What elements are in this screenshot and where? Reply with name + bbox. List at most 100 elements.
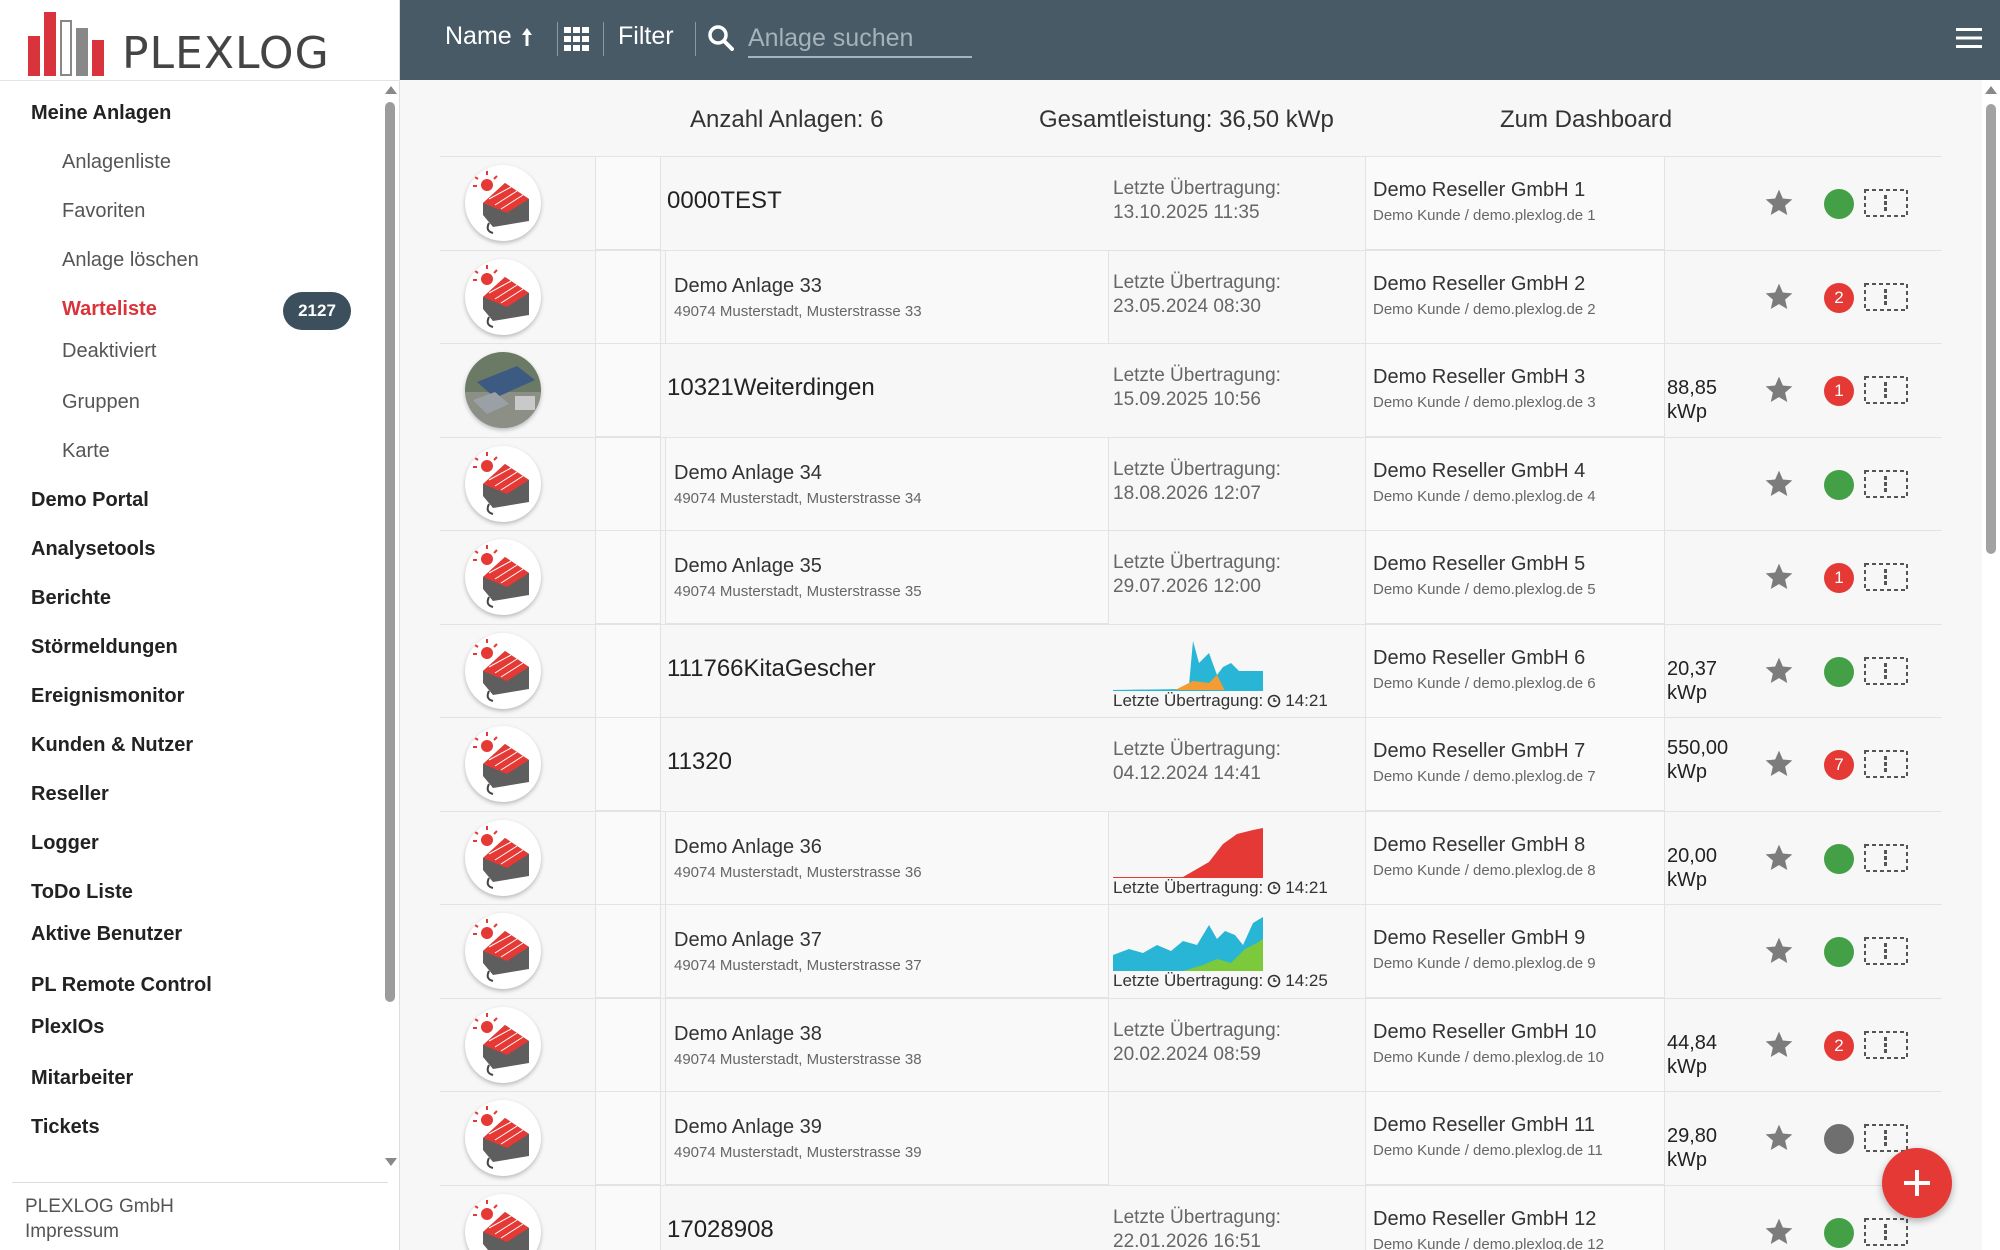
plant-name[interactable]: 10321Weiterdingen <box>667 374 875 402</box>
qr-code-button[interactable] <box>1864 563 1908 591</box>
plant-name-cell[interactable]: Demo Anlage 34 49074 Musterstadt, Musters… <box>665 436 1109 531</box>
table-row[interactable]: 0000TEST Letzte Übertragung: 13.10.2025 11… <box>440 156 1942 250</box>
status-badge[interactable] <box>1824 656 1854 687</box>
filter-button[interactable]: Filter <box>618 22 674 51</box>
favorite-button[interactable] <box>1763 1029 1795 1066</box>
plant-name-cell[interactable]: Demo Anlage 39 49074 Musterstadt, Musters… <box>665 1091 1109 1185</box>
sidebar-item-meine-anlagen[interactable]: Meine Anlagen <box>31 102 171 125</box>
status-badge[interactable]: 1 <box>1824 376 1854 406</box>
table-row[interactable]: 111766KitaGescher Letzte Übertragung: 14:2… <box>440 623 1942 718</box>
content-scrollbar[interactable] <box>1982 80 2000 1250</box>
sidebar-scrollbar[interactable] <box>382 82 398 1172</box>
sidebar-item-todo-liste[interactable]: ToDo Liste <box>31 881 133 904</box>
plant-name[interactable]: 111766KitaGescher <box>667 655 876 683</box>
sidebar-item-gruppen[interactable]: Gruppen <box>62 391 140 414</box>
status-badge[interactable]: 2 <box>1824 1030 1854 1061</box>
sidebar-item-plexios[interactable]: PlexIOs <box>31 1016 104 1039</box>
reseller-cell[interactable]: Demo Reseller GmbH 2 Demo Kunde / demo.pl… <box>1365 249 1665 344</box>
sidebar-item-anlage-loeschen[interactable]: Anlage löschen <box>62 249 199 272</box>
favorite-button[interactable] <box>1763 374 1795 411</box>
qr-code-button[interactable] <box>1864 282 1908 311</box>
table-row[interactable]: Demo Anlage 39 49074 Musterstadt, Musters… <box>440 1091 1942 1185</box>
plant-avatar[interactable] <box>465 819 541 896</box>
content-scroll-thumb[interactable] <box>1986 104 1996 554</box>
hamburger-menu-button[interactable] <box>1956 26 1982 55</box>
qr-code-button[interactable] <box>1864 1217 1908 1246</box>
reseller-cell[interactable]: Demo Reseller GmbH 3 Demo Kunde / demo.pl… <box>1365 343 1665 437</box>
plant-avatar[interactable] <box>465 165 541 241</box>
sidebar-item-logger[interactable]: Logger <box>31 832 99 855</box>
table-row[interactable]: Demo Anlage 34 49074 Musterstadt, Musters… <box>440 436 1942 531</box>
sidebar-item-tickets[interactable]: Tickets <box>31 1116 100 1139</box>
sidebar-item-pl-remote-control[interactable]: PL Remote Control <box>31 974 212 997</box>
table-row[interactable]: 11320 Letzte Übertragung: 04.12.2024 14:41… <box>440 717 1942 811</box>
reseller-cell[interactable]: Demo Reseller GmbH 8 Demo Kunde / demo.pl… <box>1365 810 1665 905</box>
reseller-cell[interactable]: Demo Reseller GmbH 11 Demo Kunde / demo.p… <box>1365 1091 1665 1185</box>
dashboard-link[interactable]: Zum Dashboard <box>1500 106 1672 134</box>
sidebar-item-mitarbeiter[interactable]: Mitarbeiter <box>31 1067 133 1090</box>
favorite-button[interactable] <box>1763 1122 1795 1159</box>
plant-name-cell[interactable]: Demo Anlage 37 49074 Musterstadt, Musters… <box>665 904 1109 998</box>
favorite-button[interactable] <box>1763 655 1795 692</box>
reseller-cell[interactable]: Demo Reseller GmbH 5 Demo Kunde / demo.pl… <box>1365 530 1665 624</box>
plant-name[interactable]: 11320 <box>667 748 732 776</box>
sidebar-item-warteliste[interactable]: Warteliste <box>62 298 157 321</box>
sidebar-scroll-thumb[interactable] <box>385 102 395 1002</box>
sidebar-item-berichte[interactable]: Berichte <box>31 587 111 610</box>
imprint-link[interactable]: Impressum <box>25 1221 119 1243</box>
status-badge[interactable] <box>1824 469 1854 500</box>
sidebar-item-favoriten[interactable]: Favoriten <box>62 200 145 223</box>
qr-code-button[interactable] <box>1864 843 1908 872</box>
favorite-button[interactable] <box>1763 281 1795 318</box>
qr-code-button[interactable] <box>1864 469 1908 498</box>
favorite-button[interactable] <box>1763 748 1795 785</box>
sidebar-item-deaktiviert[interactable]: Deaktiviert <box>62 340 156 363</box>
table-row[interactable]: 10321Weiterdingen Letzte Übertragung: 15.0… <box>440 343 1942 437</box>
qr-code-button[interactable] <box>1864 656 1908 685</box>
reseller-cell[interactable]: Demo Reseller GmbH 12 Demo Kunde / demo.p… <box>1365 1184 1665 1250</box>
favorite-button[interactable] <box>1763 468 1795 505</box>
plexlog-logo[interactable]: PLEXLOG <box>28 6 330 76</box>
scroll-down-icon[interactable] <box>385 1158 397 1166</box>
scroll-up-icon[interactable] <box>1985 86 1997 94</box>
reseller-cell[interactable]: Demo Reseller GmbH 10 Demo Kunde / demo.p… <box>1365 997 1665 1092</box>
plant-name-cell[interactable]: Demo Anlage 38 49074 Musterstadt, Musters… <box>665 997 1109 1092</box>
sidebar-item-analysetools[interactable]: Analysetools <box>31 538 155 561</box>
plant-avatar[interactable] <box>465 258 541 335</box>
status-badge[interactable]: 1 <box>1824 563 1854 593</box>
add-plant-button[interactable] <box>1882 1148 1952 1218</box>
favorite-button[interactable] <box>1763 187 1795 224</box>
qr-code-button[interactable] <box>1864 750 1908 778</box>
table-row[interactable]: 17028908 Letzte Übertragung: 22.01.2026 16… <box>440 1184 1942 1250</box>
reseller-cell[interactable]: Demo Reseller GmbH 4 Demo Kunde / demo.pl… <box>1365 436 1665 531</box>
plant-avatar[interactable] <box>465 1006 541 1083</box>
plant-name[interactable]: 0000TEST <box>667 187 782 215</box>
favorite-button[interactable] <box>1763 842 1795 879</box>
table-row[interactable]: Demo Anlage 33 49074 Musterstadt, Musters… <box>440 249 1942 344</box>
status-badge[interactable] <box>1824 937 1854 967</box>
status-badge[interactable] <box>1824 1124 1854 1154</box>
plant-name-cell[interactable]: Demo Anlage 33 49074 Musterstadt, Musters… <box>665 249 1109 344</box>
grid-view-button[interactable] <box>564 27 590 56</box>
status-badge[interactable] <box>1824 843 1854 874</box>
plant-avatar[interactable] <box>465 539 541 615</box>
plant-name-cell[interactable]: Demo Anlage 36 49074 Musterstadt, Musters… <box>665 810 1109 905</box>
sidebar-item-anlagenliste[interactable]: Anlagenliste <box>62 151 171 174</box>
sidebar-item-ereignismonitor[interactable]: Ereignismonitor <box>31 685 184 708</box>
qr-code-button[interactable] <box>1864 1030 1908 1059</box>
sidebar-item-stoermeldungen[interactable]: Störmeldungen <box>31 636 178 659</box>
table-row[interactable]: Demo Anlage 36 49074 Musterstadt, Musters… <box>440 810 1942 905</box>
sidebar-item-karte[interactable]: Karte <box>62 440 110 463</box>
favorite-button[interactable] <box>1763 1216 1795 1250</box>
plant-avatar[interactable] <box>465 1193 541 1250</box>
status-badge[interactable]: 7 <box>1824 750 1854 780</box>
qr-code-button[interactable] <box>1864 376 1908 404</box>
search-input[interactable] <box>748 20 972 58</box>
qr-code-button[interactable] <box>1864 189 1908 217</box>
table-row[interactable]: Demo Anlage 35 49074 Musterstadt, Musters… <box>440 530 1942 624</box>
reseller-cell[interactable]: Demo Reseller GmbH 1 Demo Kunde / demo.pl… <box>1365 156 1665 250</box>
plant-avatar[interactable] <box>465 913 541 989</box>
qr-code-button[interactable] <box>1864 937 1908 965</box>
plant-name[interactable]: 17028908 <box>667 1216 774 1244</box>
status-badge[interactable] <box>1824 189 1854 219</box>
